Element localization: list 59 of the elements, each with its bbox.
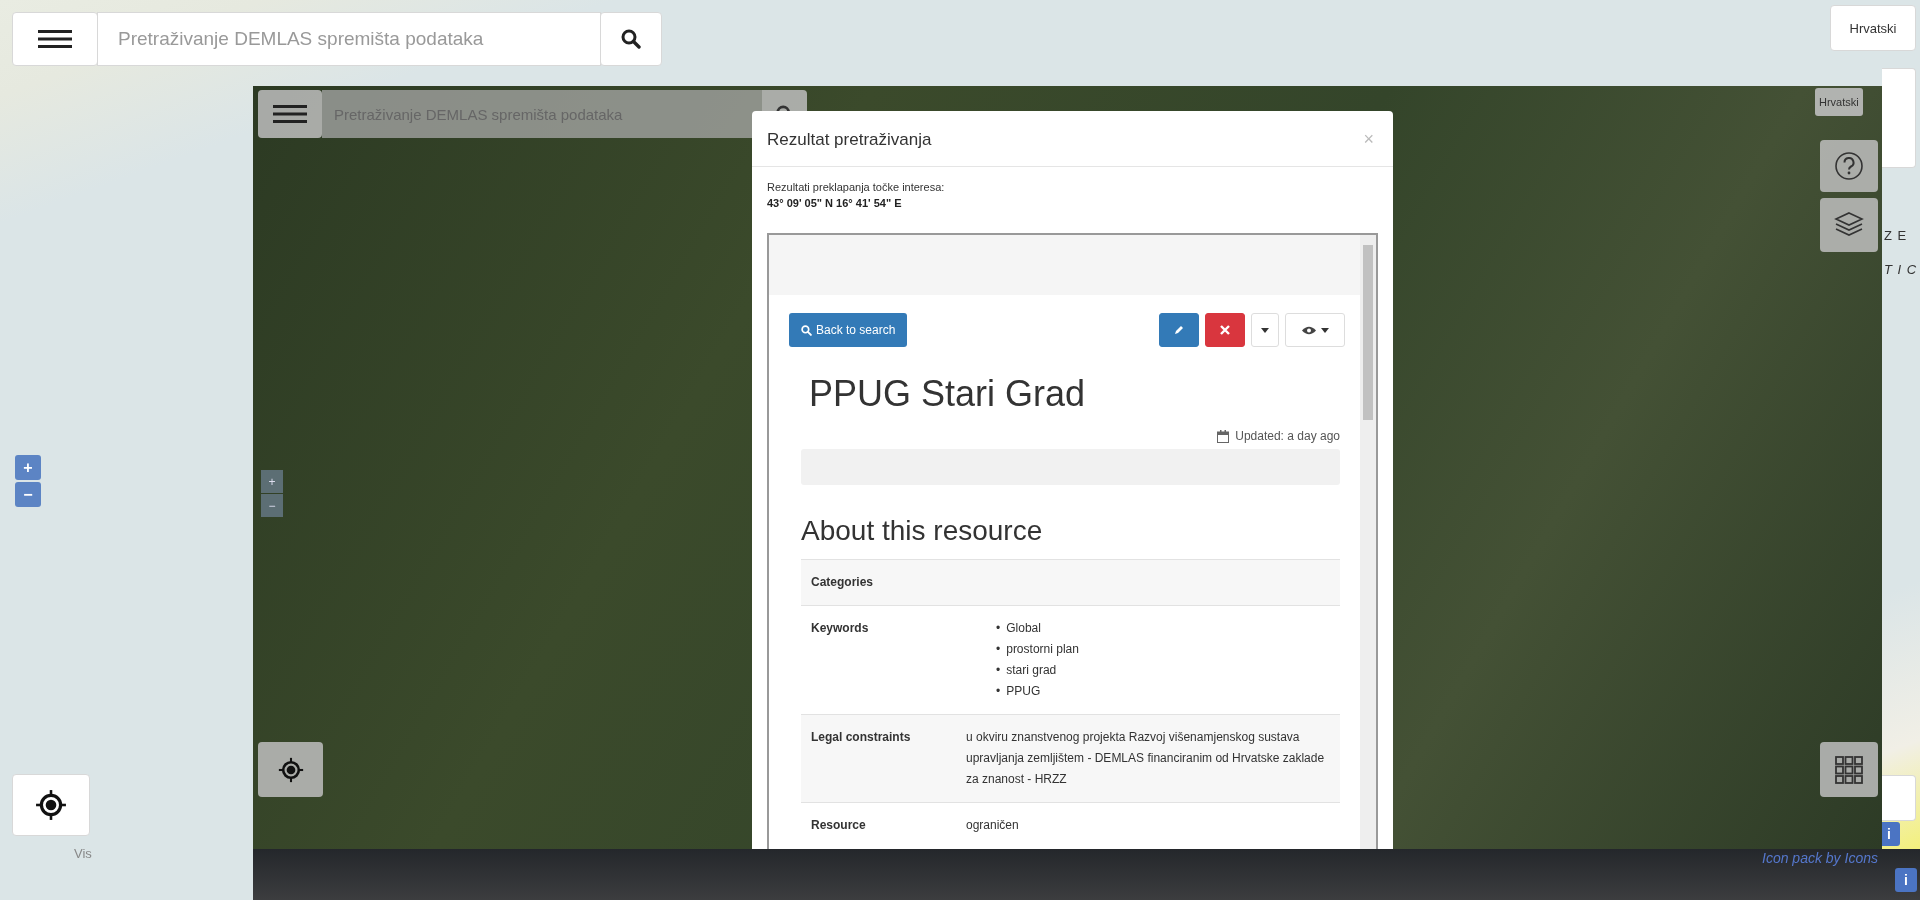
zoom-in-button[interactable]: + (15, 455, 41, 480)
keyword-item: Global (1006, 620, 1041, 637)
attribution-text: Icon pack by Icons (1762, 850, 1878, 866)
row-label: Categories (811, 575, 874, 589)
caret-icon (1320, 327, 1329, 333)
eye-icon (1301, 325, 1316, 335)
row-value: ograničen (966, 817, 1020, 834)
row-label: Resource (811, 818, 866, 832)
section-heading: About this resource (801, 515, 1044, 547)
search-button[interactable] (600, 12, 662, 66)
language-button[interactable]: Hrvatski (1815, 88, 1863, 116)
delete-button[interactable] (1205, 313, 1245, 347)
row-label: Legal constraints (811, 730, 911, 744)
bullet: • (996, 683, 1001, 700)
menu-button[interactable] (258, 90, 322, 138)
bullet: • (996, 641, 1001, 658)
calendar-icon (1217, 429, 1230, 443)
close-icon (1220, 325, 1230, 335)
back-to-search-button[interactable]: Back to search (789, 313, 908, 347)
bullet: • (996, 620, 1001, 637)
search-icon (621, 29, 641, 49)
place-label: Vis (74, 846, 92, 861)
row-value: u okviru znanstvenog projekta Razvoj višenamjenskog sustava upravljanja zemljištem - DEMLAS financiranim od Hrvatske zaklade za znanost - HRZZ (966, 729, 1326, 788)
menu-icon (273, 104, 307, 124)
resource-title: PPUG Stari Grad (809, 373, 1087, 415)
scrollbar-thumb[interactable] (1363, 245, 1373, 420)
keyword-item: prostorni plan (1006, 641, 1079, 658)
help-icon (1834, 151, 1864, 181)
keyword-item: PPUG (1006, 683, 1041, 700)
coordinates-text: 43° 09' 05" N 16° 41' 54" E (767, 197, 903, 209)
language-button[interactable]: Hrvatski (1830, 5, 1916, 51)
map-label: T I C (1884, 262, 1918, 277)
menu-button[interactable] (12, 12, 98, 66)
zoom-in-button[interactable]: + (261, 470, 283, 493)
dropdown-button[interactable] (1251, 313, 1279, 347)
caret-icon (1261, 327, 1269, 333)
menu-icon (38, 29, 72, 49)
help-button[interactable] (1820, 140, 1878, 192)
row-label: Keywords (811, 621, 869, 635)
layers-button[interactable] (1820, 198, 1878, 252)
basemap-grid-button[interactable] (1820, 742, 1878, 797)
search-icon (801, 324, 812, 336)
map-label: Z E (1884, 228, 1908, 243)
view-dropdown-button[interactable] (1285, 313, 1345, 347)
locate-button[interactable] (258, 742, 323, 797)
zoom-out-button[interactable]: − (15, 482, 41, 507)
dialog-title: Rezultat pretraživanja (767, 129, 932, 150)
grid-icon (1834, 754, 1864, 785)
zoom-out-button[interactable]: − (261, 494, 283, 517)
intro-text: Rezultati preklapanja točke interesa: (767, 181, 946, 193)
bullet: • (996, 662, 1001, 679)
pencil-icon (1173, 324, 1185, 336)
keyword-item: stari grad (1006, 662, 1057, 679)
updated-text: Updated: a day ago (1235, 429, 1340, 443)
search-field[interactable]: Pretraživanje DEMLAS spremišta podataka (97, 12, 601, 66)
info-button[interactable]: i (1895, 868, 1917, 892)
locate-icon (277, 756, 304, 783)
locate-icon (35, 789, 67, 821)
locate-button[interactable] (12, 774, 90, 836)
